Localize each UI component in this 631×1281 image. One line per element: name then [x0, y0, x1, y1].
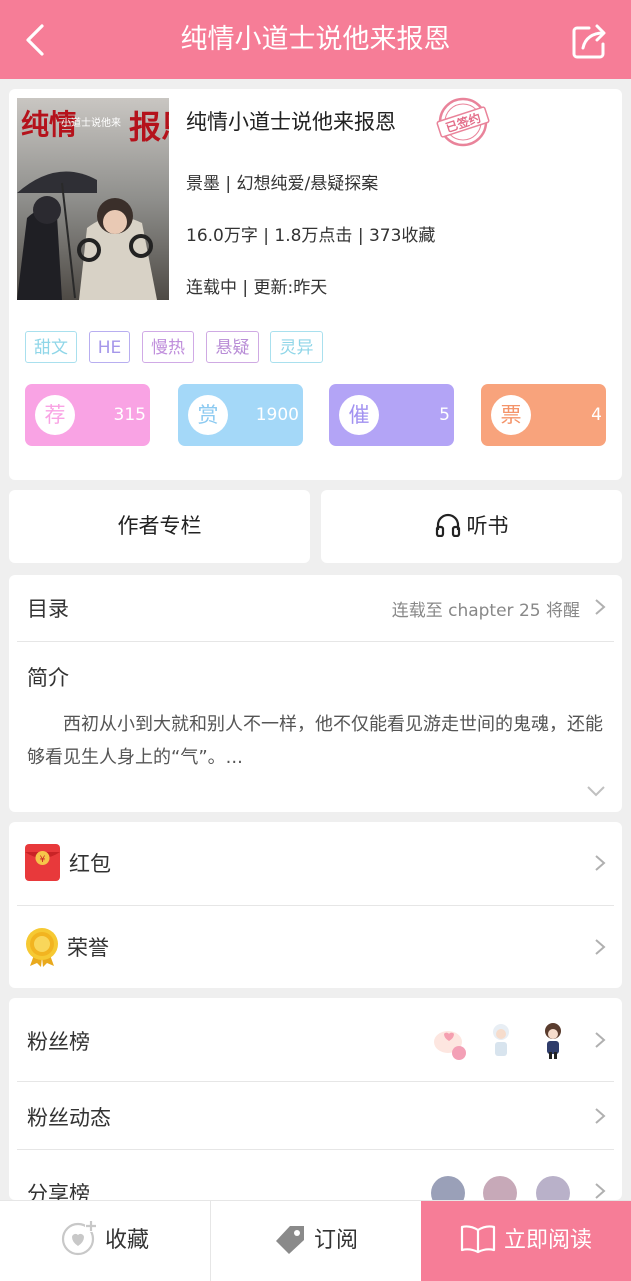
- medal-icon: [26, 928, 58, 967]
- chevron-right-icon: [595, 939, 606, 955]
- reward-count: 1900: [255, 405, 299, 425]
- book-title: 纯情小道士说他来报恩: [186, 110, 396, 134]
- heart-add-icon: [61, 1220, 97, 1256]
- read-now-button[interactable]: 立即阅读: [421, 1201, 631, 1281]
- red-packet-icon: ¥: [25, 844, 60, 881]
- author-genre: 景墨 | 幻想纯爱/悬疑探案: [186, 174, 379, 194]
- intro-label: 简介: [27, 666, 69, 690]
- tag-icon: [275, 1226, 304, 1254]
- headphones-icon: [435, 513, 460, 538]
- reward-icon: 赏: [188, 395, 228, 435]
- fan-rank-row[interactable]: [9, 998, 622, 1081]
- redpacket-label: 红包: [69, 852, 111, 876]
- book-cover[interactable]: 纯情 报恩 小道士说他来: [17, 98, 169, 300]
- cover-illustration: 纯情 报恩 小道士说他来: [17, 98, 169, 300]
- urge-button[interactable]: 催 5: [329, 384, 454, 446]
- toc-label: 目录: [27, 597, 69, 621]
- chevron-right-icon: [595, 1108, 606, 1124]
- tag-item[interactable]: 灵异: [270, 331, 323, 363]
- fan-avatar: [434, 1031, 466, 1060]
- vote-icon: 票: [491, 395, 531, 435]
- chevron-down-icon[interactable]: [586, 785, 606, 797]
- divider: [17, 641, 614, 642]
- tag-item[interactable]: 慢热: [142, 331, 194, 363]
- tag-item[interactable]: HE: [89, 331, 130, 363]
- top-bar: 纯情小道士说他来报恩: [0, 0, 631, 79]
- listen-label: 听书: [466, 514, 509, 538]
- back-arrow-icon[interactable]: [18, 22, 54, 58]
- subscribe-label: 订阅: [313, 1228, 358, 1253]
- cover-subtitle: 小道士说他来: [61, 116, 121, 129]
- author-column-button[interactable]: 作者专栏: [9, 490, 310, 563]
- chevron-right-icon: [595, 1032, 606, 1048]
- recommend-count: 315: [113, 405, 146, 425]
- chevron-right-icon: [595, 1183, 606, 1199]
- reward-button[interactable]: 赏 1900: [178, 384, 303, 446]
- author-column-label: 作者专栏: [117, 514, 202, 538]
- honor-label: 荣誉: [67, 936, 109, 960]
- update-status: 连载中 | 更新:昨天: [186, 278, 328, 298]
- recommend-icon: 荐: [35, 395, 75, 435]
- cover-title-right: 报恩: [129, 108, 169, 146]
- chevron-right-icon: [595, 855, 606, 871]
- collect-label: 收藏: [104, 1228, 149, 1253]
- subscribe-button[interactable]: 订阅: [211, 1201, 421, 1281]
- recommend-button[interactable]: 荐 315: [25, 384, 150, 446]
- book-stats: 16.0万字 | 1.8万点击 | 373收藏: [186, 226, 436, 246]
- signed-stamp: 已签约: [434, 96, 492, 148]
- page-title: 纯情小道士说他来报恩: [180, 24, 451, 55]
- fan-avatar: [545, 1023, 561, 1059]
- bottom-action-bar: 收藏 订阅 立即阅读: [0, 1200, 631, 1281]
- intro-text[interactable]: 西初从小到大就和别人不一样，他不仅能看见游走世间的鬼魂，还能够看见生人身上的“气…: [27, 708, 607, 774]
- urge-icon: 催: [339, 395, 379, 435]
- toc-latest-chapter: 连载至 chapter 25 将醒: [391, 601, 580, 621]
- collect-button[interactable]: 收藏: [0, 1201, 210, 1281]
- chevron-right-icon: [595, 599, 606, 615]
- open-book-icon: [460, 1225, 496, 1254]
- read-now-label: 立即阅读: [503, 1228, 592, 1253]
- tag-item[interactable]: 甜文: [25, 331, 77, 363]
- svg-text:¥: ¥: [40, 855, 46, 865]
- fan-avatar: [493, 1024, 509, 1056]
- vote-count: 4: [591, 405, 602, 425]
- fan-feed-label: 粉丝动态: [27, 1106, 111, 1130]
- urge-count: 5: [439, 405, 450, 425]
- vote-button[interactable]: 票 4: [481, 384, 606, 446]
- tag-item[interactable]: 悬疑: [206, 331, 259, 363]
- share-rank-row[interactable]: [9, 1150, 622, 1200]
- share-icon[interactable]: [569, 20, 611, 62]
- fan-rank-label: 粉丝榜: [27, 1030, 90, 1054]
- listen-button[interactable]: 听书: [321, 490, 622, 563]
